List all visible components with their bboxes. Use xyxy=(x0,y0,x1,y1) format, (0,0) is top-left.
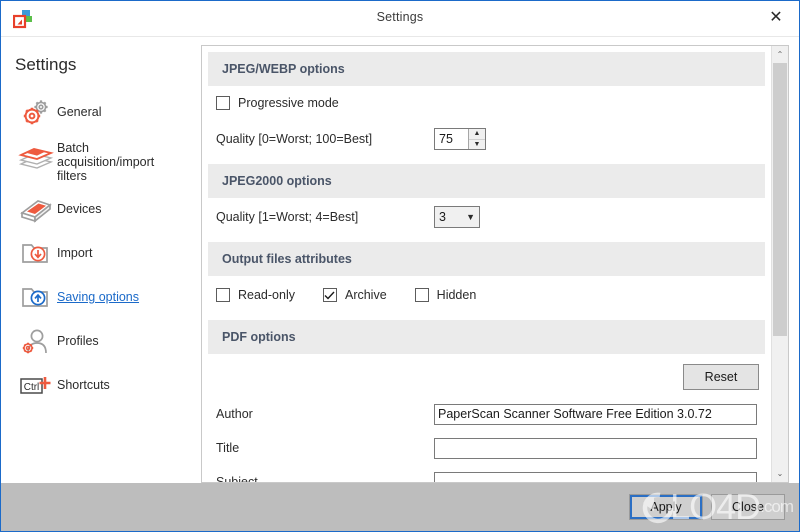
gears-icon xyxy=(15,96,57,130)
pdf-subject-row: Subject xyxy=(202,465,771,482)
pdf-title-label: Title xyxy=(216,441,240,455)
close-icon[interactable]: ✕ xyxy=(753,1,799,35)
progressive-mode-row: Progressive mode xyxy=(202,86,771,120)
settings-scroll-area: JPEG/WEBP options Progressive mode Quali… xyxy=(201,45,789,483)
reset-button[interactable]: Reset xyxy=(683,364,759,390)
scrollbar-thumb[interactable] xyxy=(773,63,787,337)
jpeg2000-quality-label: Quality [1=Worst; 4=Best] xyxy=(216,210,359,224)
sidebar-item-label: Devices xyxy=(57,202,102,216)
sidebar-item-profiles[interactable]: Profiles xyxy=(1,320,197,364)
pdf-author-field[interactable]: PaperScan Scanner Software Free Edition … xyxy=(434,403,757,425)
scroll-down-icon[interactable]: ⌄ xyxy=(772,465,788,482)
sidebar-item-label: Import xyxy=(57,246,93,260)
settings-scroll-inner: JPEG/WEBP options Progressive mode Quali… xyxy=(202,46,771,482)
settings-window: Settings ✕ Settings General Batch acquis… xyxy=(0,0,800,532)
pdf-subject-label: Subject xyxy=(216,475,258,482)
sidebar-item-label: General xyxy=(57,105,102,119)
sidebar-item-saving-options[interactable]: Saving options xyxy=(1,276,197,320)
pdf-title-row: Title xyxy=(202,431,771,465)
folder-upload-icon xyxy=(15,281,57,315)
jpeg-quality-row: Quality [0=Worst; 100=Best] ▲ ▼ xyxy=(202,120,771,158)
user-gear-icon xyxy=(15,325,57,359)
jpeg-quality-input[interactable] xyxy=(435,129,468,149)
section-header-jpeg2000: JPEG2000 options xyxy=(208,164,765,198)
sidebar-item-general[interactable]: General xyxy=(1,91,197,135)
title-bar: Settings ✕ xyxy=(1,1,799,37)
pdf-author-label: Author xyxy=(216,407,253,421)
ctrl-key-icon: Ctrl xyxy=(15,369,57,403)
hidden-label: Hidden xyxy=(436,288,477,302)
jpeg-quality-label: Quality [0=Worst; 100=Best] xyxy=(216,132,373,146)
pdf-subject-field[interactable] xyxy=(434,471,757,482)
jpeg2000-quality-row: Quality [1=Worst; 4=Best] 3 ▼ xyxy=(202,198,771,236)
file-attributes-row: Read-only Archive Hidden xyxy=(202,276,771,314)
progressive-mode-checkbox[interactable]: Progressive mode xyxy=(216,96,339,110)
sidebar-item-label: Profiles xyxy=(57,334,99,348)
window-title: Settings xyxy=(376,10,424,24)
hidden-checkbox[interactable]: Hidden xyxy=(414,288,477,302)
sidebar-item-devices[interactable]: Devices xyxy=(1,188,197,232)
section-header-jpeg: JPEG/WEBP options xyxy=(208,52,765,86)
close-button[interactable]: Close xyxy=(711,494,785,520)
checkbox-box xyxy=(216,96,230,110)
archive-checkbox[interactable]: Archive xyxy=(322,288,387,302)
scroll-up-icon[interactable]: ⌃ xyxy=(772,46,788,63)
progressive-mode-label: Progressive mode xyxy=(238,96,339,110)
settings-content: JPEG/WEBP options Progressive mode Quali… xyxy=(197,37,799,483)
jpeg-quality-spin-buttons: ▲ ▼ xyxy=(468,129,485,149)
scanner-icon xyxy=(15,193,57,227)
sidebar-item-label: Shortcuts xyxy=(57,378,110,392)
vertical-scrollbar[interactable]: ⌃ ⌄ xyxy=(771,46,788,482)
window-body: Settings General Batch acquisition/impor… xyxy=(1,37,799,483)
stacked-papers-icon xyxy=(15,140,57,174)
pdf-reset-row: Reset xyxy=(202,354,771,397)
sidebar-item-label: Saving options xyxy=(57,290,140,304)
sidebar: Settings General Batch acquisition/impor… xyxy=(1,37,197,483)
checkbox-box xyxy=(414,288,429,302)
section-header-attributes: Output files attributes xyxy=(208,242,765,276)
chevron-down-icon: ▼ xyxy=(466,212,475,222)
sidebar-item-import[interactable]: Import xyxy=(1,232,197,276)
read-only-label: Read-only xyxy=(238,288,295,302)
read-only-checkbox[interactable]: Read-only xyxy=(216,288,295,302)
pdf-title-field[interactable] xyxy=(434,437,757,459)
scrollbar-track[interactable] xyxy=(772,63,788,465)
folder-download-icon xyxy=(15,237,57,271)
sidebar-item-shortcuts[interactable]: Ctrl Shortcuts xyxy=(1,364,197,408)
sidebar-item-label: Batch acquisition/import filters xyxy=(57,141,155,183)
jpeg2000-quality-value: 3 xyxy=(439,210,446,224)
footer-bar: Apply Close LO4D .com xyxy=(1,483,799,531)
sidebar-heading: Settings xyxy=(15,55,77,74)
archive-label: Archive xyxy=(344,288,387,302)
pdf-author-row: Author PaperScan Scanner Software Free E… xyxy=(202,397,771,431)
sidebar-item-batch[interactable]: Batch acquisition/import filters xyxy=(1,135,197,188)
spin-down-icon[interactable]: ▼ xyxy=(469,140,485,150)
svg-text:Ctrl: Ctrl xyxy=(24,382,40,393)
section-header-pdf: PDF options xyxy=(208,320,765,354)
spin-up-icon[interactable]: ▲ xyxy=(469,129,485,140)
checkbox-box xyxy=(216,288,230,302)
checkbox-box-checked xyxy=(322,288,337,302)
apply-button[interactable]: Apply xyxy=(629,494,703,520)
jpeg-quality-stepper[interactable]: ▲ ▼ xyxy=(434,128,486,150)
jpeg2000-quality-select[interactable]: 3 ▼ xyxy=(434,206,480,228)
